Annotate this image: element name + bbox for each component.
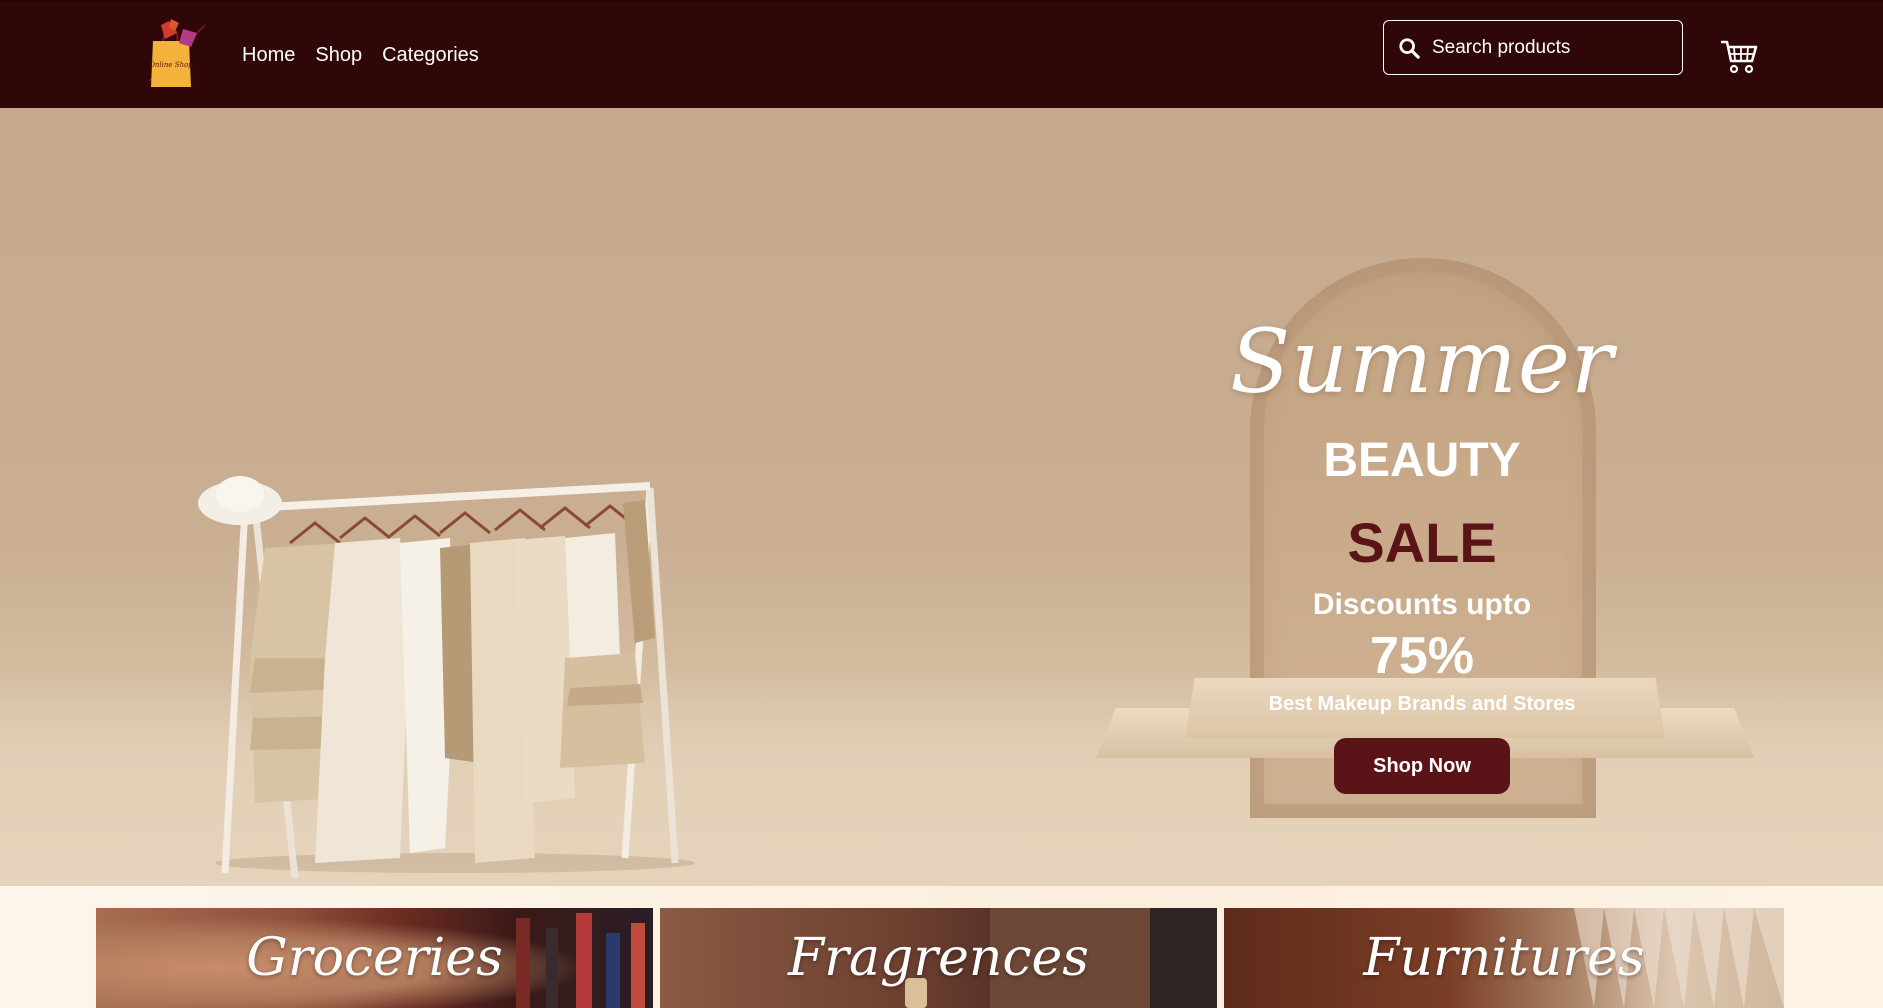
hero-discount-value: 75% bbox=[1369, 627, 1475, 685]
category-label-groceries: Groceries bbox=[246, 928, 503, 988]
main-nav: Home Shop Categories bbox=[242, 44, 479, 67]
search-input[interactable] bbox=[1430, 35, 1674, 60]
category-label-fragrences: Fragrences bbox=[788, 928, 1089, 988]
category-label-furnitures: Furnitures bbox=[1363, 928, 1645, 988]
hero-banner: Summer BEAUTY SALE Discounts upto 75% Be… bbox=[0, 108, 1883, 886]
nav-link-shop[interactable]: Shop bbox=[315, 44, 362, 67]
hero-discount-text: Discounts upto bbox=[1312, 588, 1532, 621]
shop-now-button[interactable]: Shop Now bbox=[1334, 738, 1510, 794]
hero-script-title: Summer bbox=[1230, 310, 1614, 413]
category-card-fragrences[interactable]: Fragrences bbox=[660, 908, 1217, 1008]
nav-link-home[interactable]: Home bbox=[242, 44, 295, 67]
navbar: Online Shop Home Shop Categories bbox=[0, 0, 1883, 108]
shopping-bag-logo-icon: Online Shop bbox=[148, 19, 206, 87]
svg-text:Online Shop: Online Shop bbox=[149, 61, 193, 69]
category-strip: Groceries Fragrences Furnitures bbox=[0, 886, 1883, 1008]
shop-logo[interactable]: Online Shop bbox=[143, 19, 209, 89]
nav-link-categories[interactable]: Categories bbox=[382, 44, 479, 67]
hero-subline: Best Makeup Brands and Stores bbox=[1268, 693, 1576, 715]
search-icon bbox=[1399, 37, 1420, 59]
hero-headline: BEAUTY bbox=[1323, 434, 1521, 487]
hero-headline-accent: SALE bbox=[1347, 511, 1497, 574]
category-card-furnitures[interactable]: Furnitures bbox=[1224, 908, 1784, 1008]
cart-icon[interactable] bbox=[1720, 39, 1758, 75]
clothing-rack-image bbox=[198, 476, 695, 878]
search-box[interactable] bbox=[1383, 20, 1683, 75]
category-card-groceries[interactable]: Groceries bbox=[96, 908, 653, 1008]
